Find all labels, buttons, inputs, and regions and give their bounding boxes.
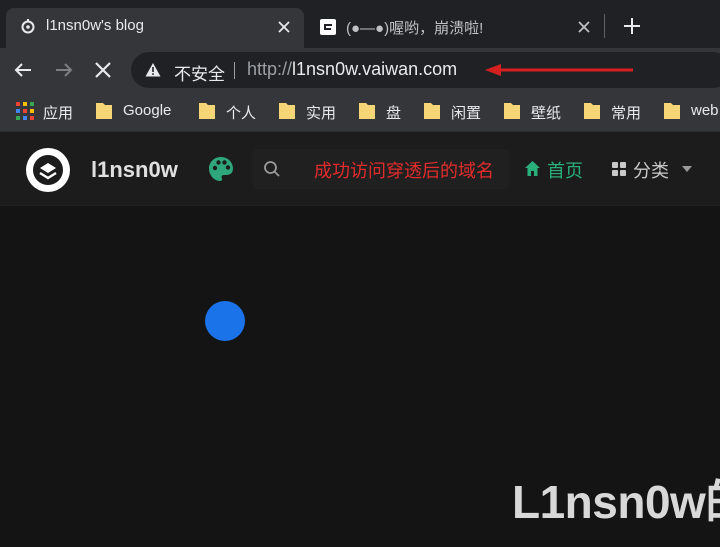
nav-categories-label: 分类 (633, 161, 669, 181)
security-status-label[interactable]: 不安全 (174, 60, 225, 85)
nav-categories[interactable]: 分类 (612, 157, 702, 181)
tab-crash[interactable]: (●—●)喔哟，崩溃啦! (306, 8, 604, 48)
grid-icon (612, 162, 626, 176)
loading-favicon-icon (21, 19, 35, 34)
palette-icon[interactable] (207, 155, 235, 183)
address-separator (234, 62, 235, 79)
tab-blog[interactable]: l1nsn0w's blog (6, 8, 304, 48)
browser-toolbar: 不安全 http://l1nsn0w.vaiwan.com (0, 48, 720, 92)
folder-icon (584, 103, 600, 119)
bookmark-label: web (691, 102, 719, 119)
search-icon[interactable] (263, 160, 281, 178)
bookmark-label: 实用 (306, 105, 337, 122)
folder-icon (664, 103, 680, 119)
close-tab-icon[interactable] (274, 17, 294, 37)
address-bar[interactable]: 不安全 http://l1nsn0w.vaiwan.com (131, 52, 720, 88)
folder-icon (199, 103, 215, 119)
nav-home-label: 首页 (547, 161, 583, 181)
site-logo-icon[interactable] (26, 148, 70, 192)
bookmark-label: 壁纸 (531, 105, 562, 122)
site-favicon-icon (320, 19, 336, 35)
caret-down-icon (682, 166, 692, 172)
tab-title: (●—●)喔哟，崩溃啦! (346, 20, 484, 37)
search-box[interactable]: 成功访问穿透后的域名 (253, 149, 509, 189)
bookmark-label: 常用 (611, 105, 642, 122)
site-header: l1nsn0w 成功访问穿透后的域名 首页 分类 (0, 132, 720, 206)
folder-icon (96, 103, 112, 119)
bookmark-label: 个人 (226, 105, 257, 122)
tab-divider (604, 14, 605, 38)
stop-loading-icon[interactable] (89, 56, 117, 84)
bookmark-label: Google (123, 102, 172, 119)
forward-arrow-icon[interactable] (50, 56, 78, 84)
hero-title: L1nsn0w的 (512, 476, 720, 528)
url-scheme: http:// (247, 59, 293, 79)
annotation-arrow-icon (485, 64, 633, 76)
folder-icon (359, 103, 375, 119)
bookmarks-bar: 应用 Google 个人 实用 盘 闲置 壁纸 常用 web (0, 92, 720, 132)
annotation-text: 成功访问穿透后的域名 (314, 161, 494, 181)
site-name[interactable]: l1nsn0w (91, 157, 178, 183)
home-icon (525, 161, 540, 176)
apps-grid-icon (16, 102, 34, 120)
warning-triangle-icon[interactable] (145, 62, 161, 78)
close-tab-icon[interactable] (574, 17, 594, 37)
bookmark-label: 应用 (43, 105, 74, 122)
bookmark-label: 闲置 (451, 105, 482, 122)
bookmark-label: 盘 (386, 105, 402, 122)
loading-spinner-dot (205, 301, 245, 341)
folder-icon (279, 103, 295, 119)
new-tab-icon[interactable] (618, 12, 646, 40)
url-text[interactable]: http://l1nsn0w.vaiwan.com (247, 59, 457, 80)
tab-strip: l1nsn0w's blog (●—●)喔哟，崩溃啦! (0, 0, 720, 48)
folder-icon (424, 103, 440, 119)
back-arrow-icon[interactable] (9, 56, 37, 84)
url-host: l1nsn0w.vaiwan.com (292, 59, 458, 79)
folder-icon (504, 103, 520, 119)
tab-title: l1nsn0w's blog (46, 17, 144, 34)
